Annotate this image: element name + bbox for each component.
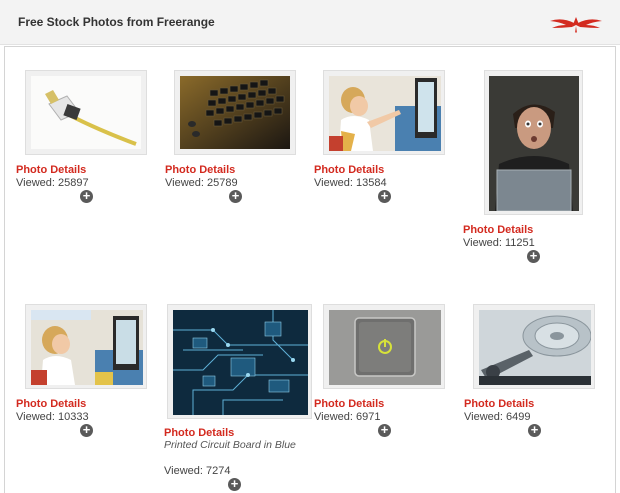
photo-thumbnail-frame[interactable] bbox=[174, 70, 296, 155]
plus-circle-icon[interactable]: + bbox=[527, 249, 540, 263]
photo-thumbnail-frame[interactable] bbox=[25, 70, 147, 155]
photo-network-cable[interactable] bbox=[31, 76, 141, 149]
photo-man-laptop[interactable] bbox=[489, 76, 579, 211]
photo-details-link[interactable]: Photo Details bbox=[314, 164, 454, 176]
photo-thumbnail-frame[interactable] bbox=[323, 304, 445, 389]
plus-circle-icon[interactable]: + bbox=[228, 477, 241, 491]
photo-girl-computer-2[interactable] bbox=[31, 310, 143, 385]
photo-details-link[interactable]: Photo Details bbox=[463, 224, 603, 236]
winged-logo-icon bbox=[550, 17, 602, 33]
plus-circle-icon[interactable]: + bbox=[80, 189, 93, 203]
photo-circuit-board[interactable] bbox=[173, 310, 308, 415]
photo-thumbnail-frame[interactable] bbox=[25, 304, 147, 389]
photo-thumbnail-frame[interactable] bbox=[484, 70, 583, 215]
photo-caption: Printed Circuit Board in Blue bbox=[164, 439, 296, 451]
plus-circle-icon[interactable]: + bbox=[378, 423, 391, 437]
photo-power-button[interactable] bbox=[329, 310, 441, 385]
plus-circle-icon[interactable]: + bbox=[378, 189, 391, 203]
photo-details-link[interactable]: Photo Details bbox=[165, 164, 305, 176]
plus-circle-icon[interactable]: + bbox=[229, 189, 242, 203]
photo-hard-drive[interactable] bbox=[479, 310, 591, 385]
plus-circle-icon[interactable]: + bbox=[80, 423, 93, 437]
plus-circle-icon[interactable]: + bbox=[528, 423, 541, 437]
photo-thumbnail-frame[interactable] bbox=[167, 304, 312, 419]
photo-details-link[interactable]: Photo Details bbox=[16, 398, 156, 410]
photo-keyboard[interactable] bbox=[180, 76, 290, 149]
photo-girl-computer[interactable] bbox=[329, 76, 441, 151]
photo-thumbnail-frame[interactable] bbox=[323, 70, 445, 155]
photo-details-link[interactable]: Photo Details bbox=[314, 398, 454, 410]
photo-details-link[interactable]: Photo Details bbox=[164, 427, 304, 439]
photo-thumbnail-frame[interactable] bbox=[473, 304, 595, 389]
photo-details-link[interactable]: Photo Details bbox=[16, 164, 156, 176]
page-title: Free Stock Photos from Freerange bbox=[18, 15, 215, 29]
photo-details-link[interactable]: Photo Details bbox=[464, 398, 604, 410]
page-header: Free Stock Photos from Freerange bbox=[0, 0, 620, 45]
